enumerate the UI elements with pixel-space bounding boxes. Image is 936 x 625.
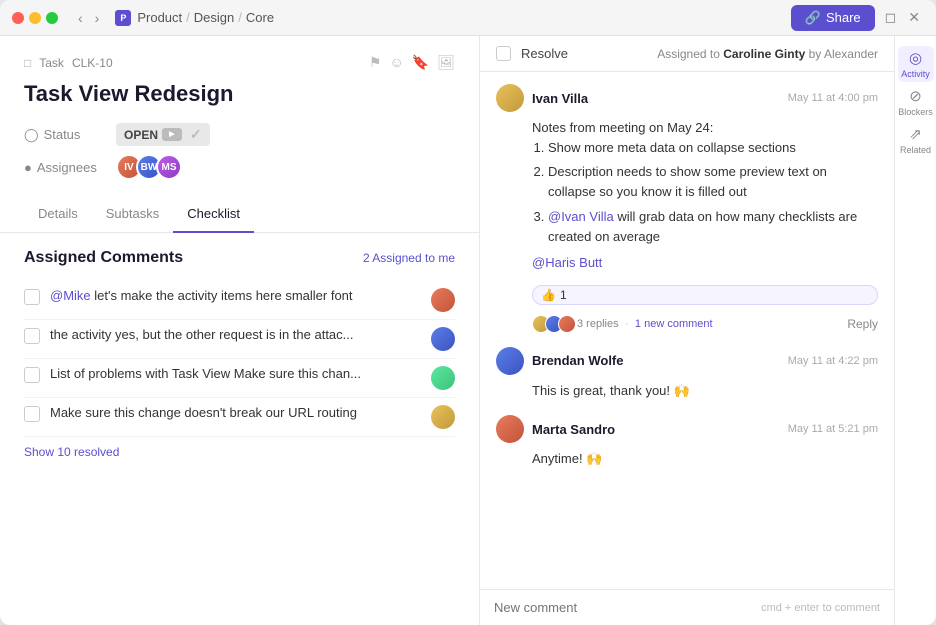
comment-author-2: Brendan Wolfe <box>532 353 624 368</box>
checklist-section: Assigned Comments 2 Assigned to me @Mike… <box>0 233 479 625</box>
checklist-item: List of problems with Task View Make sur… <box>24 359 455 398</box>
comment-avatar-1 <box>496 84 524 112</box>
checklist-item: @Mike let's make the activity items here… <box>24 281 455 320</box>
reply-avatar-c <box>558 315 576 333</box>
comment-avatar-3 <box>496 415 524 443</box>
comment-input-bar: cmd + enter to comment <box>480 589 894 625</box>
checkbox-2[interactable] <box>24 328 40 344</box>
chk-avatar-2 <box>431 327 455 351</box>
chk-text-4: Make sure this change doesn't break our … <box>50 405 421 420</box>
activity-icon: ◎ <box>909 49 922 67</box>
comment-body-3: Anytime! 🙌 <box>496 449 878 469</box>
comment-time-2: May 11 at 4:22 pm <box>788 355 878 367</box>
comment-item: Brendan Wolfe May 11 at 4:22 pm This is … <box>496 347 878 401</box>
emoji-reaction-1[interactable]: 👍 1 <box>532 285 878 305</box>
assignees-row: ● Assignees IV BW MS <box>24 154 455 180</box>
status-label: Status <box>44 127 81 142</box>
show-resolved-link[interactable]: Show 10 resolved <box>24 445 119 459</box>
close-button[interactable]: ✕ <box>904 7 924 28</box>
comment-footer-1: 3 replies · 1 new comment Reply <box>496 315 878 333</box>
forward-button[interactable]: › <box>91 8 104 28</box>
tab-checklist[interactable]: Checklist <box>173 196 254 233</box>
assignees-label: Assignees <box>37 160 97 175</box>
check-icon: ✓ <box>190 126 202 143</box>
assignees-icon: ● <box>24 160 32 175</box>
comment-body-2: This is great, thank you! 🙌 <box>496 381 878 401</box>
tabs: Details Subtasks Checklist <box>0 196 479 233</box>
replies-count[interactable]: 3 replies <box>577 318 619 330</box>
task-meta: □ Task CLK-10 ⚑ ☺ 🔖 🖼 <box>24 54 455 71</box>
image-icon[interactable]: 🖼 <box>437 54 455 71</box>
emoji-icon[interactable]: ☺ <box>389 54 403 71</box>
task-type-icon: □ <box>24 56 31 70</box>
resolve-assigned: Assigned to Caroline Ginty by Alexander <box>657 47 878 61</box>
chk-text-3: List of problems with Task View Make sur… <box>50 366 421 381</box>
blockers-label: Blockers <box>898 107 933 117</box>
related-label: Related <box>900 145 931 155</box>
task-title: Task View Redesign <box>24 81 455 107</box>
comment-avatar-2 <box>496 347 524 375</box>
sidebar-activity-button[interactable]: ◎ Activity <box>898 46 934 82</box>
comment-author-1: Ivan Villa <box>532 91 588 106</box>
tab-details[interactable]: Details <box>24 196 92 233</box>
task-type-label: Task <box>39 56 64 70</box>
comment-body-1: Notes from meeting on May 24: Show more … <box>496 118 878 273</box>
status-arrow: ► <box>162 128 182 141</box>
reply-button-1[interactable]: Reply <box>847 317 878 331</box>
task-id: CLK-10 <box>72 56 113 70</box>
checkbox-4[interactable] <box>24 406 40 422</box>
activity-label: Activity <box>901 69 930 79</box>
assignees-list[interactable]: IV BW MS <box>116 154 176 180</box>
breadcrumb-core[interactable]: Core <box>246 10 274 25</box>
comment-author-3: Marta Sandro <box>532 422 615 437</box>
sidebar-blockers-button[interactable]: ⊘ Blockers <box>898 84 934 120</box>
sidebar-icons: ◎ Activity ⊘ Blockers ⇗ Related <box>894 36 936 625</box>
tab-subtasks[interactable]: Subtasks <box>92 196 173 233</box>
related-icon: ⇗ <box>909 125 922 143</box>
resolve-checkbox[interactable] <box>496 46 511 61</box>
share-icon: 🔗 <box>805 10 821 26</box>
breadcrumb-product[interactable]: Product <box>137 10 182 25</box>
status-row: ◯ Status OPEN ► ✓ <box>24 123 455 146</box>
sidebar-related-button[interactable]: ⇗ Related <box>898 122 934 158</box>
flag-icon[interactable]: ⚑ <box>369 54 382 71</box>
input-hint: cmd + enter to comment <box>761 602 880 614</box>
comment-time-1: May 11 at 4:00 pm <box>788 92 878 104</box>
comment-time-3: May 11 at 5:21 pm <box>788 423 878 435</box>
comment-item: Ivan Villa May 11 at 4:00 pm Notes from … <box>496 84 878 333</box>
checkbox-1[interactable] <box>24 289 40 305</box>
mention-haris[interactable]: @Haris Butt <box>532 255 602 270</box>
share-button[interactable]: 🔗 Share <box>791 5 875 31</box>
breadcrumb-design[interactable]: Design <box>194 10 234 25</box>
new-comment-badge[interactable]: 1 new comment <box>635 318 713 330</box>
product-icon: P <box>115 10 131 26</box>
chk-avatar-4 <box>431 405 455 429</box>
blockers-icon: ⊘ <box>909 87 922 105</box>
resolve-bar: Resolve Assigned to Caroline Ginty by Al… <box>480 36 894 72</box>
assigned-badge[interactable]: 2 Assigned to me <box>363 251 455 265</box>
resolve-label[interactable]: Resolve <box>521 46 568 61</box>
section-title: Assigned Comments <box>24 249 183 267</box>
checklist-item: Make sure this change doesn't break our … <box>24 398 455 437</box>
status-icon: ◯ <box>24 127 39 143</box>
status-badge[interactable]: OPEN ► ✓ <box>116 123 210 146</box>
checklist-item: the activity yes, but the other request … <box>24 320 455 359</box>
chk-avatar-3 <box>431 366 455 390</box>
breadcrumb: P Product / Design / Core <box>115 10 274 26</box>
minimize-button[interactable]: ◻ <box>881 7 901 28</box>
avatar-3: MS <box>156 154 182 180</box>
comment-input[interactable] <box>494 600 753 615</box>
chk-text-1: @Mike let's make the activity items here… <box>50 288 421 303</box>
checkbox-3[interactable] <box>24 367 40 383</box>
comments-list: Ivan Villa May 11 at 4:00 pm Notes from … <box>480 72 894 589</box>
chk-text-2: the activity yes, but the other request … <box>50 327 421 342</box>
chk-avatar-1 <box>431 288 455 312</box>
comment-item: Marta Sandro May 11 at 5:21 pm Anytime! … <box>496 415 878 469</box>
back-button[interactable]: ‹ <box>74 8 87 28</box>
tag-icon[interactable]: 🔖 <box>412 54 429 71</box>
